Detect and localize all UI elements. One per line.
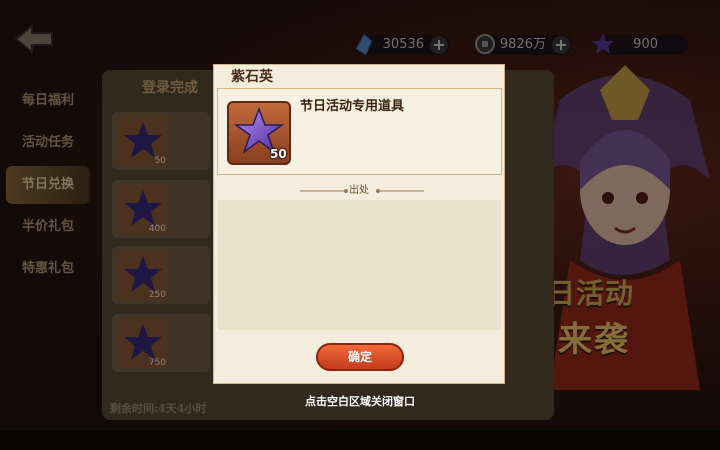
item-description: 节日活动专用道具: [300, 99, 405, 114]
source-list: [218, 200, 501, 330]
modal-title: 紫石英: [231, 69, 273, 85]
item-count: 50: [270, 147, 287, 161]
close-hint: 点击空白区域关闭窗口: [305, 395, 415, 408]
source-label: 出处: [349, 185, 369, 196]
confirm-button[interactable]: 确定: [316, 343, 404, 371]
